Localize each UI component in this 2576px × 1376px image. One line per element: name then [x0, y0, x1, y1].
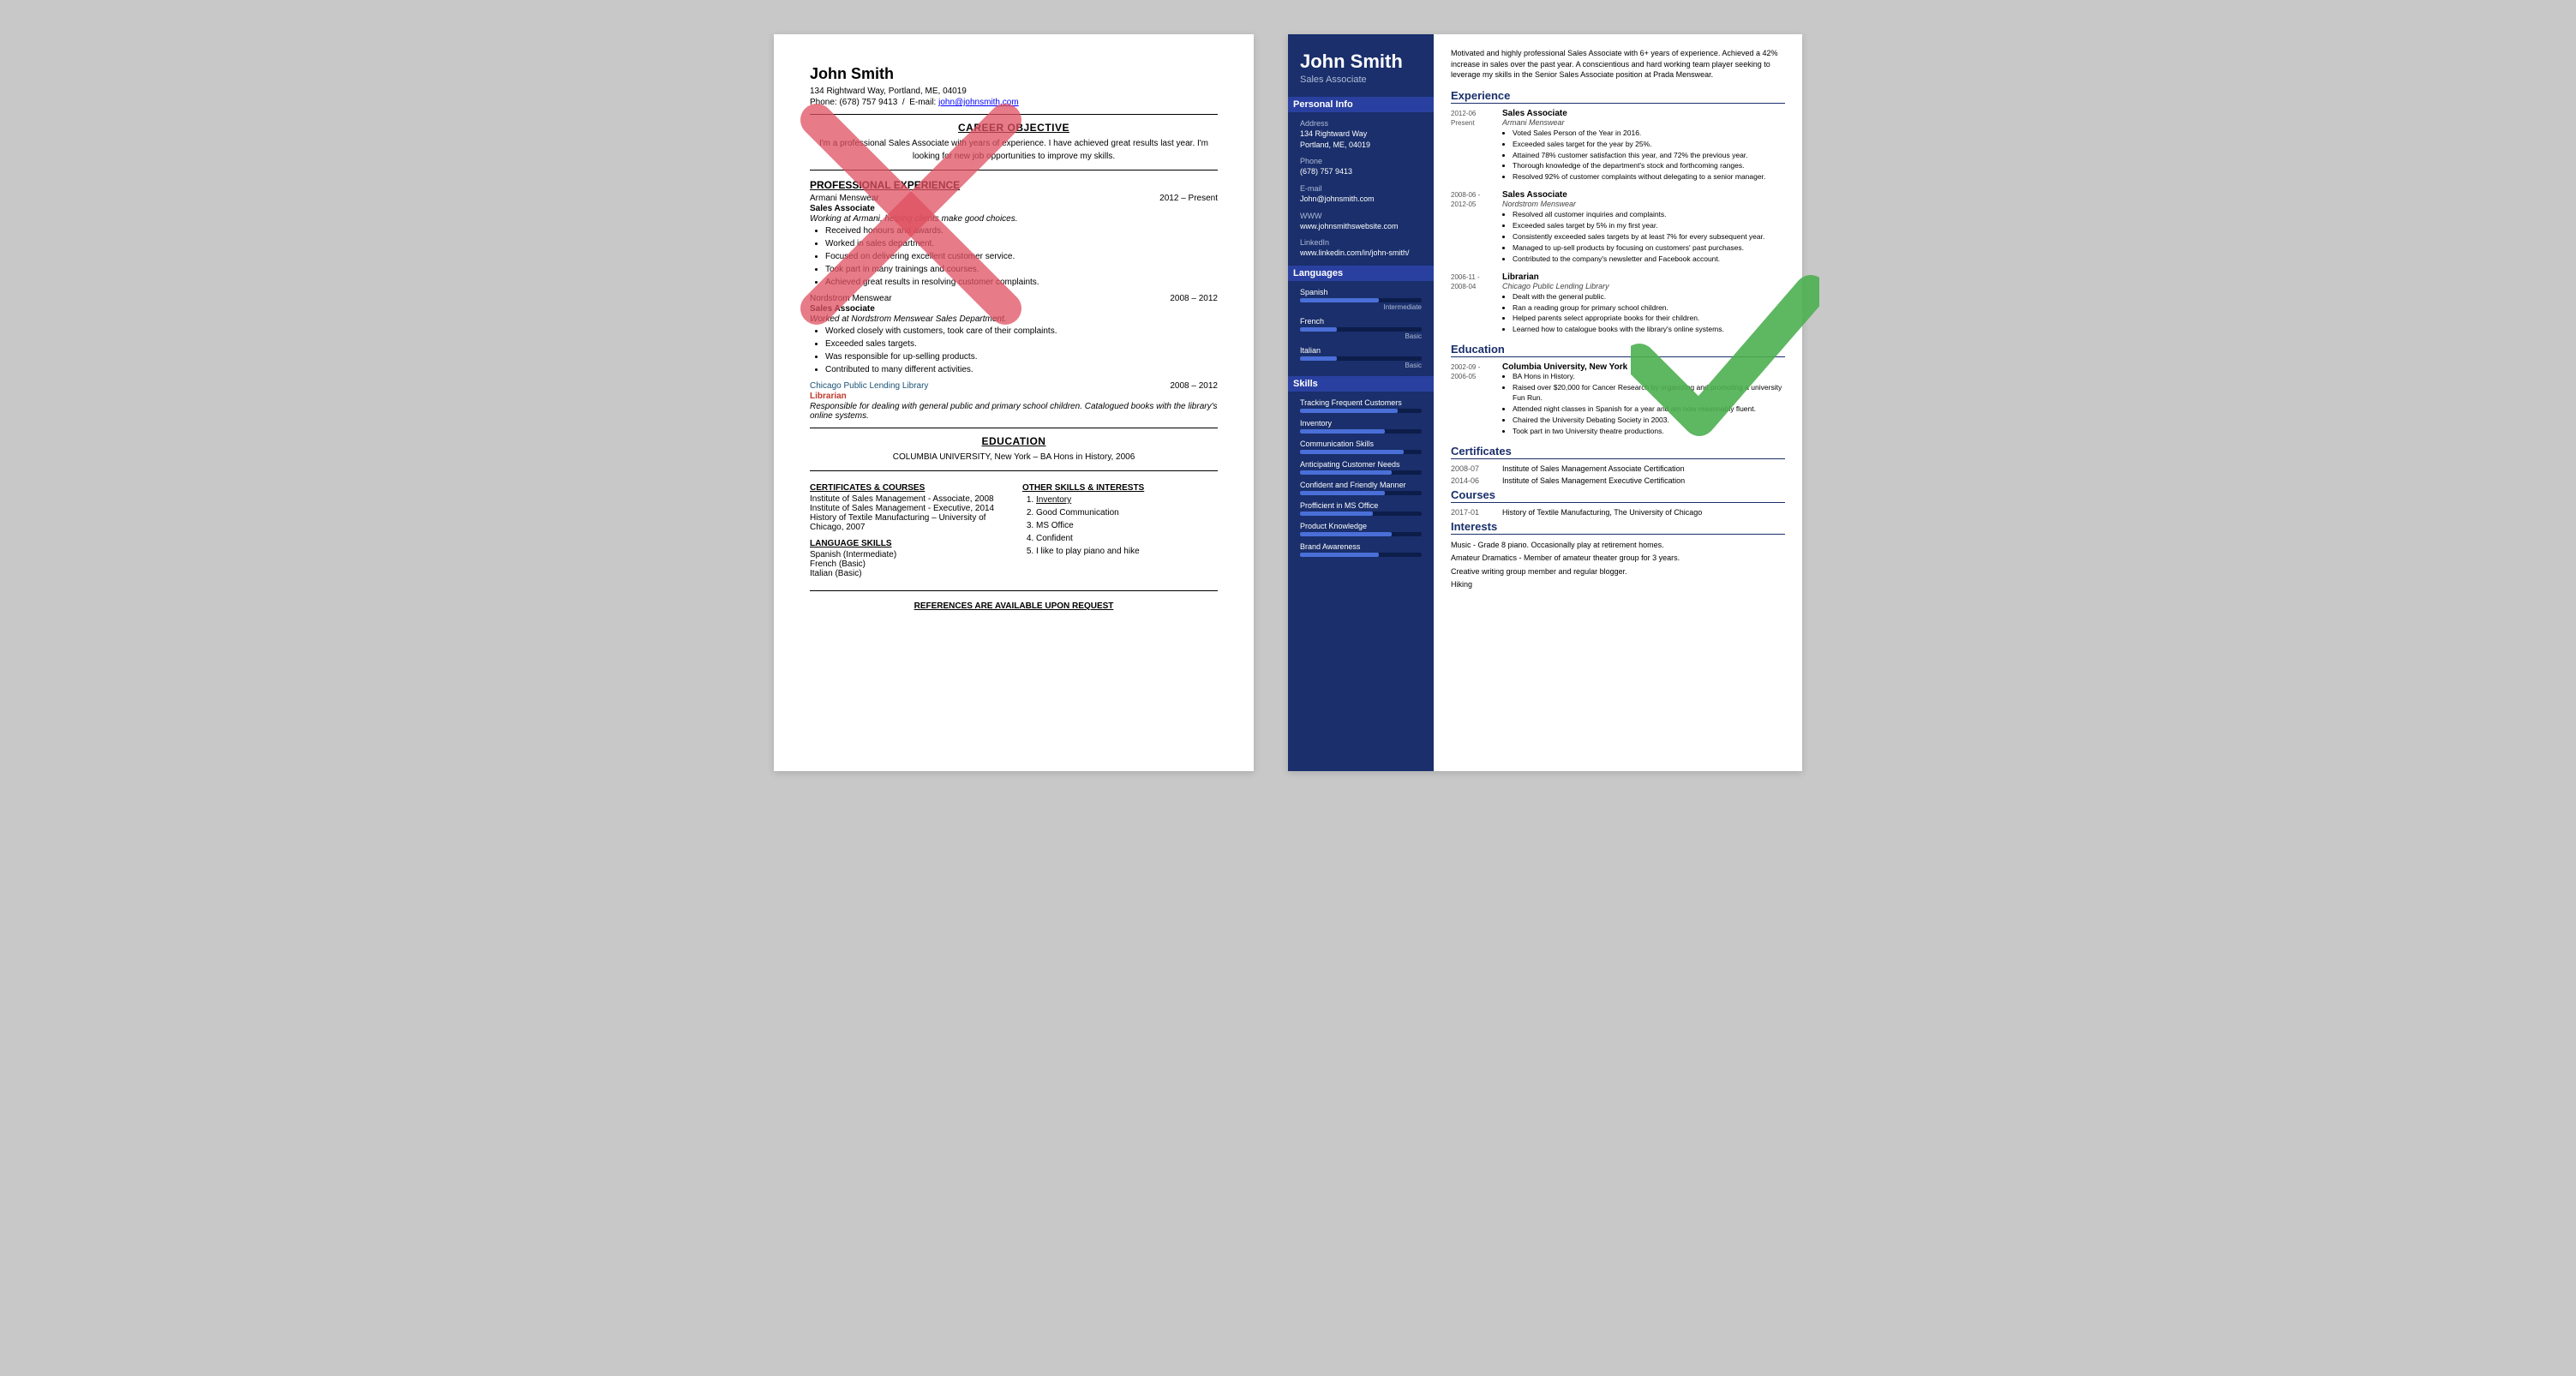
www-value: www.johnsmithswebsite.com: [1300, 221, 1422, 232]
languages-title: Languages: [1288, 266, 1434, 281]
job-company-1: Armani Menswear: [810, 194, 879, 203]
lang-1: Spanish (Intermediate): [810, 550, 1005, 559]
lang-french: French Basic: [1300, 317, 1422, 340]
exp-entry-2: 2008-06 -2012-05 Sales Associate Nordstr…: [1451, 190, 1785, 265]
interest-3: Creative writing group member and regula…: [1451, 566, 1785, 577]
interests-title: Interests: [1451, 520, 1785, 535]
skill-4: Confident: [1036, 533, 1218, 545]
lang-spanish: Spanish Intermediate: [1300, 288, 1422, 311]
job-dates-2: 2008 – 2012: [1170, 294, 1218, 303]
edu-entry-1: 2002-09 -2006-05 Columbia University, Ne…: [1451, 362, 1785, 437]
skill-msoffice: Profficient in MS Office: [1300, 501, 1422, 516]
job-subtitle-2: Worked at Nordstrom Menswear Sales Depar…: [810, 314, 1218, 324]
personal-info-title: Personal Info: [1288, 97, 1434, 112]
job-subtitle-3: Responsible for dealing with general pub…: [810, 402, 1218, 421]
top-divider: [810, 114, 1218, 115]
skill-tracking: Tracking Frequent Customers: [1300, 398, 1422, 413]
career-objective-title: CAREER OBJECTIVE: [810, 122, 1218, 134]
other-skills-title: OTHER SKILLS & INTERESTS: [1022, 483, 1218, 493]
skill-communication: Communication Skills: [1300, 440, 1422, 454]
other-skills-list: Inventory Good Communication MS Office C…: [1022, 494, 1218, 558]
courses-title: Courses: [1451, 488, 1785, 503]
career-objective-text: I'm a professional Sales Associate with …: [810, 137, 1218, 163]
exp-entry-3: 2006-11 -2008-04 Librarian Chicago Publi…: [1451, 272, 1785, 337]
lang-title: LANGUAGE SKILLS: [810, 539, 1005, 548]
skill-product-knowledge: Product Knowledge: [1300, 522, 1422, 536]
lang-3: Italian (Basic): [810, 569, 1005, 578]
skill-anticipating: Anticipating Customer Needs: [1300, 460, 1422, 475]
phone-value: (678) 757 9413: [1300, 166, 1422, 177]
right-name: John Smith: [1300, 51, 1422, 72]
right-main-content: Motivated and highly professional Sales …: [1434, 34, 1802, 771]
certs-title: CERTIFICATES & COURSES: [810, 483, 1005, 493]
right-resume: John Smith Sales Associate Personal Info…: [1288, 34, 1802, 771]
course-entry-1: 2017-01 History of Textile Manufacturing…: [1451, 508, 1785, 517]
address-value: 134 Rightward WayPortland, ME, 04019: [1300, 129, 1422, 150]
section-divider: [810, 170, 1218, 171]
job-dates-3: 2008 – 2012: [1170, 381, 1218, 391]
email-value: John@johnsmith.com: [1300, 194, 1422, 205]
other-skills-col: OTHER SKILLS & INTERESTS Inventory Good …: [1022, 478, 1218, 578]
references: REFERENCES ARE AVAILABLE UPON REQUEST: [810, 601, 1218, 611]
phone-label: Phone: [1300, 157, 1422, 165]
skill-confident: Confident and Friendly Manner: [1300, 481, 1422, 495]
experience-title: Experience: [1451, 89, 1785, 104]
skill-brand-awareness: Brand Awareness: [1300, 542, 1422, 557]
right-job-title: Sales Associate: [1300, 75, 1422, 85]
job-title-1: Sales Associate: [810, 204, 1218, 213]
right-summary: Motivated and highly professional Sales …: [1451, 48, 1785, 81]
address-label: Address: [1300, 119, 1422, 128]
interest-1: Music - Grade 8 piano. Occasionally play…: [1451, 540, 1785, 551]
job-header-1: Armani Menswear 2012 – Present: [810, 194, 1218, 203]
education-title: Education: [1451, 343, 1785, 357]
job-dates-1: 2012 – Present: [1159, 194, 1218, 203]
interest-4: Hiking: [1451, 579, 1785, 590]
email-label: E-mail: [1300, 184, 1422, 193]
skill-1: Inventory: [1036, 494, 1218, 506]
job-header-3: Chicago Public Lending Library 2008 – 20…: [810, 381, 1218, 391]
skill-5: I like to play piano and hike: [1036, 546, 1218, 558]
skills-title: Skills: [1288, 376, 1434, 392]
certificates-title: Certificates: [1451, 445, 1785, 459]
education-text: COLUMBIA UNIVERSITY, New York – BA Hons …: [810, 451, 1218, 464]
job-company-2: Nordstrom Menswear: [810, 294, 892, 303]
left-name: John Smith: [810, 65, 1218, 83]
bottom-divider: [810, 470, 1218, 471]
professional-experience-title: PROFESSIONAL EXPERIENCE: [810, 179, 1218, 191]
skill-2: Good Communication: [1036, 507, 1218, 519]
cert-3: History of Textile Manufacturing – Unive…: [810, 513, 1005, 532]
left-address: 134 Rightward Way, Portland, ME, 04019: [810, 87, 1218, 96]
job-company-3: Chicago Public Lending Library: [810, 381, 928, 391]
skill-3: MS Office: [1036, 520, 1218, 532]
job-subtitle-1: Working at Armani, helping clients make …: [810, 214, 1218, 224]
job-title-2: Sales Associate: [810, 304, 1218, 314]
interest-2: Amateur Dramatics - Member of amateur th…: [1451, 553, 1785, 564]
left-email-link[interactable]: john@johnsmith.com: [938, 98, 1019, 107]
job-header-2: Nordstrom Menswear 2008 – 2012: [810, 294, 1218, 303]
lang-2: French (Basic): [810, 559, 1005, 569]
job-title-3: Librarian: [810, 392, 1218, 401]
cert-1: Institute of Sales Management - Associat…: [810, 494, 1005, 504]
left-phone: Phone: (678) 757 9413 / E-mail: john@joh…: [810, 98, 1218, 107]
linkedin-value: www.linkedin.com/in/john-smith/: [1300, 248, 1422, 259]
lang-italian: Italian Basic: [1300, 346, 1422, 369]
cert-entry-2: 2014-06 Institute of Sales Management Ex…: [1451, 476, 1785, 485]
job-bullets-2: Worked closely with customers, took care…: [810, 326, 1218, 376]
linkedin-label: LinkedIn: [1300, 238, 1422, 247]
cert-2: Institute of Sales Management - Executiv…: [810, 504, 1005, 513]
two-col-section: CERTIFICATES & COURSES Institute of Sale…: [810, 478, 1218, 578]
cert-entry-1: 2008-07 Institute of Sales Management As…: [1451, 464, 1785, 473]
right-sidebar: John Smith Sales Associate Personal Info…: [1288, 34, 1434, 771]
certs-col: CERTIFICATES & COURSES Institute of Sale…: [810, 478, 1005, 578]
exp-entry-1: 2012-06Present Sales Associate Armani Me…: [1451, 109, 1785, 183]
www-label: WWW: [1300, 212, 1422, 220]
education-title: EDUCATION: [810, 435, 1218, 447]
job-bullets-1: Received honours and awards. Worked in s…: [810, 225, 1218, 289]
final-divider: [810, 590, 1218, 591]
left-resume: John Smith 134 Rightward Way, Portland, …: [774, 34, 1254, 771]
skill-inventory: Inventory: [1300, 419, 1422, 434]
